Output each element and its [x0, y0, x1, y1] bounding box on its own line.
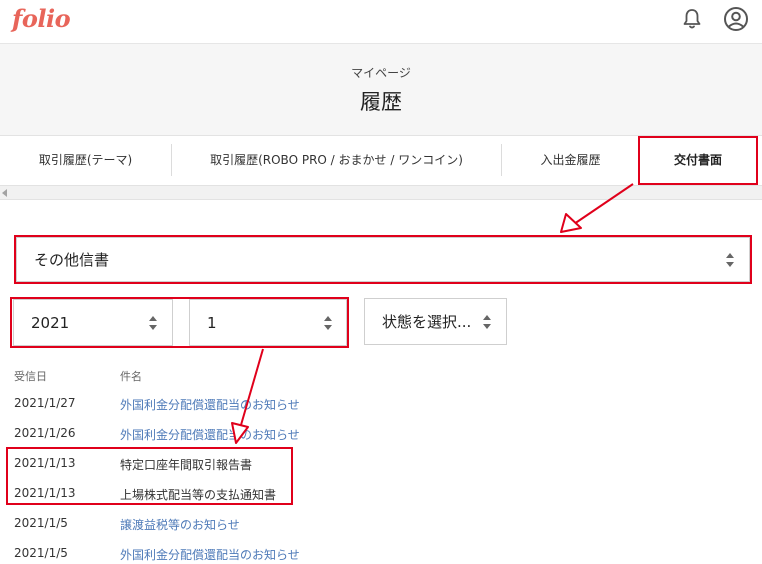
year-value: 2021 — [31, 313, 70, 332]
table-row: 2021/1/26 外国利金分配償還配当のお知らせ — [0, 418, 762, 448]
row-subject-link[interactable]: 外国利金分配償還配当のお知らせ — [120, 396, 300, 413]
tab-delivered-documents[interactable]: 交付書面 — [639, 136, 757, 184]
tab-trade-history-theme[interactable]: 取引履歴(テーマ) — [0, 136, 171, 184]
month-select[interactable]: 1 — [189, 299, 347, 346]
row-date: 2021/1/13 — [14, 486, 76, 500]
row-date: 2021/1/27 — [14, 396, 76, 410]
row-subject-link[interactable]: 外国利金分配償還配当のお知らせ — [120, 426, 300, 443]
document-type-select[interactable]: その他信書 — [16, 237, 750, 282]
bell-icon[interactable] — [680, 7, 704, 31]
column-header-date: 受信日 — [14, 370, 47, 383]
scroll-left-arrow-icon[interactable] — [2, 189, 7, 197]
table-row: 2021/1/13 上場株式配当等の支払通知書 — [0, 478, 762, 508]
select-arrows-icon — [483, 315, 491, 329]
tab-deposit-history[interactable]: 入出金履歴 — [502, 136, 639, 184]
row-subject-link[interactable]: 上場株式配当等の支払通知書 — [120, 486, 276, 503]
page-subtitle: マイページ — [351, 66, 411, 80]
table-row: 2021/1/5 譲渡益税等のお知らせ — [0, 508, 762, 538]
table-row: 2021/1/5 外国利金分配償還配当のお知らせ — [0, 538, 762, 564]
table-row: 2021/1/13 特定口座年間取引報告書 — [0, 448, 762, 478]
select-arrows-icon — [149, 316, 157, 330]
status-value: 状態を選択... — [382, 313, 472, 331]
page-header: マイページ 履歴 — [0, 44, 762, 135]
top-bar: folio — [0, 0, 762, 44]
user-circle-icon[interactable] — [723, 6, 749, 32]
row-subject-link[interactable]: 外国利金分配償還配当のお知らせ — [120, 546, 300, 563]
row-subject-link[interactable]: 譲渡益税等のお知らせ — [120, 516, 240, 533]
select-arrows-icon — [726, 253, 734, 267]
tab-scrollbar[interactable] — [0, 185, 762, 200]
table-row: 2021/1/27 外国利金分配償還配当のお知らせ — [0, 388, 762, 418]
select-arrows-icon — [324, 316, 332, 330]
row-date: 2021/1/5 — [14, 546, 68, 560]
page-title: 履歴 — [360, 90, 402, 114]
row-date: 2021/1/5 — [14, 516, 68, 530]
document-type-value: その他信書 — [34, 251, 110, 269]
tab-trade-history-robo[interactable]: 取引履歴(ROBO PRO / おまかせ / ワンコイン) — [172, 136, 501, 184]
month-value: 1 — [207, 313, 217, 332]
tab-bar: 取引履歴(テーマ) 取引履歴(ROBO PRO / おまかせ / ワンコイン) … — [0, 135, 762, 185]
year-select[interactable]: 2021 — [13, 299, 173, 346]
column-header-subject: 件名 — [120, 370, 142, 383]
status-select[interactable]: 状態を選択... — [364, 298, 507, 345]
folio-logo[interactable]: folio — [12, 4, 71, 33]
row-date: 2021/1/13 — [14, 456, 76, 470]
row-date: 2021/1/26 — [14, 426, 76, 440]
row-subject-link[interactable]: 特定口座年間取引報告書 — [120, 456, 252, 473]
